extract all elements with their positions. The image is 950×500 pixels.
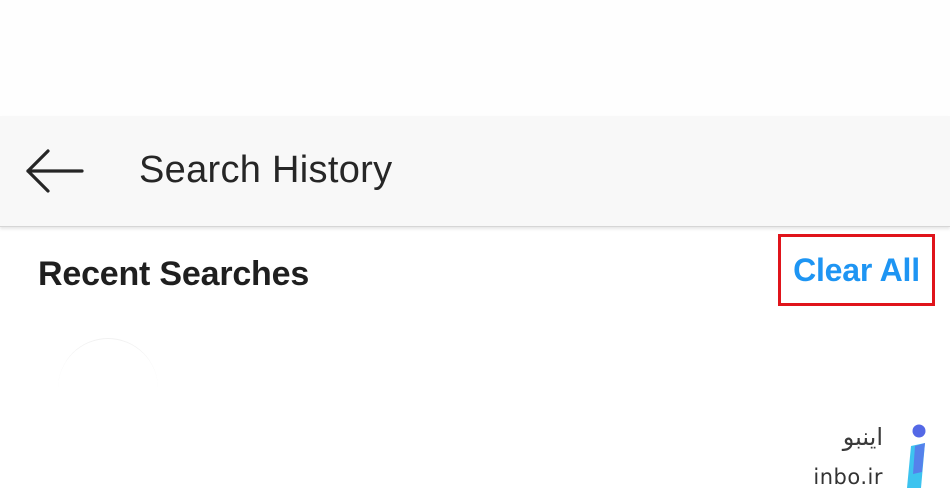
watermark-latin-text: inbo.ir	[813, 465, 883, 489]
avatar	[58, 338, 158, 439]
inbo-i-logo-icon	[907, 424, 926, 488]
back-button[interactable]	[22, 146, 88, 196]
page-title: Search History	[139, 149, 393, 191]
search-history-screen: Search History Recent Searches Clear All…	[0, 0, 950, 500]
watermark-persian-text: اینبو	[842, 423, 883, 451]
status-area	[0, 0, 950, 116]
recent-searches-heading: Recent Searches	[38, 255, 310, 293]
arrow-left-icon	[26, 149, 84, 193]
inbo-watermark: اینبو inbo.ir	[813, 420, 935, 495]
clear-all-button[interactable]: Clear All	[781, 237, 932, 303]
clear-all-highlight: Clear All	[778, 234, 935, 306]
app-header: Search History	[0, 116, 950, 227]
